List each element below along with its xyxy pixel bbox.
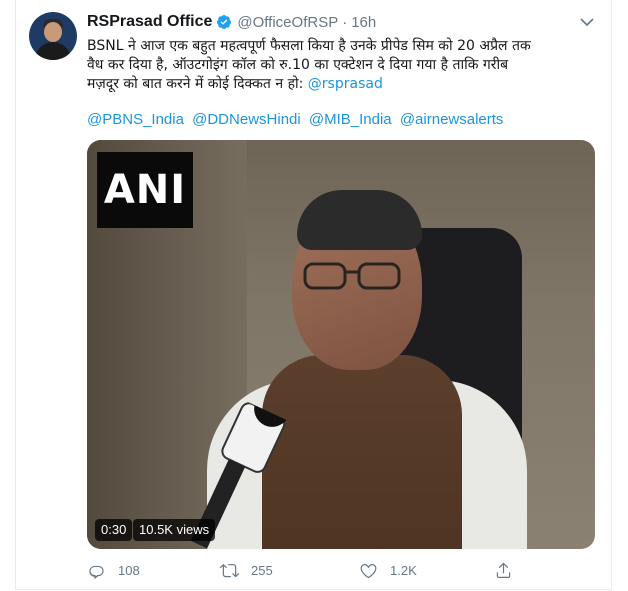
like-button[interactable]: 1.2K <box>359 558 417 582</box>
share-icon <box>496 562 511 578</box>
chevron-down-icon[interactable] <box>580 17 594 27</box>
video-frame-hair <box>297 190 422 250</box>
ani-logo: ANI <box>97 152 193 228</box>
verified-badge-icon <box>217 15 232 29</box>
video-player[interactable]: ANI 0:30 10.5K views <box>87 140 595 549</box>
tweet-text-line: वैध कर दिया है, ऑउटगोइंग कॉल को रु.10 का… <box>87 57 509 73</box>
video-views-badge: 10.5K views <box>133 519 216 541</box>
tweet-header: RSPrasad Office @OfficeOfRSP · 16h <box>87 11 376 33</box>
mention-link[interactable]: @rsprasad <box>308 76 383 92</box>
reply-icon <box>89 565 104 579</box>
timestamp[interactable]: 16h <box>351 14 376 31</box>
mention-link[interactable]: @airnewsalerts <box>400 111 504 128</box>
retweet-count: 255 <box>251 562 273 578</box>
avatar[interactable] <box>29 12 77 60</box>
tweet-text-line: BSNL ने आज एक बहुत महत्वपूर्ण फैसला किया… <box>87 38 531 54</box>
retweet-button[interactable]: 255 <box>220 558 273 582</box>
like-count: 1.2K <box>390 562 417 578</box>
heart-icon <box>360 563 377 578</box>
mention-link[interactable]: @MIB_India <box>309 111 392 128</box>
video-frame-glasses <box>303 262 401 290</box>
share-button[interactable] <box>494 558 525 582</box>
tweet-actions: 108 255 1.2K <box>87 558 527 582</box>
mention-link[interactable]: @DDNewsHindi <box>192 111 301 128</box>
retweet-icon <box>220 563 239 577</box>
tweet-text: BSNL ने आज एक बहुत महत्वपूर्ण फैसला किया… <box>87 37 587 94</box>
video-frame-vest <box>262 355 462 549</box>
video-duration-badge: 0:30 <box>95 519 133 541</box>
reply-button[interactable]: 108 <box>87 558 140 582</box>
tweet-text-segment: मज़दूर को बात करने में कोई दिक्कत न हो: <box>87 76 304 92</box>
separator-dot: · <box>342 13 348 31</box>
display-name[interactable]: RSPrasad Office <box>87 13 212 31</box>
tweet-text-line: मज़दूर को बात करने में कोई दिक्कत न हो: … <box>87 75 587 94</box>
user-handle[interactable]: @OfficeOfRSP <box>237 14 338 31</box>
reply-count: 108 <box>118 562 140 578</box>
mention-link[interactable]: @PBNS_India <box>87 111 184 128</box>
mention-tags: @PBNS_India @DDNewsHindi @MIB_India @air… <box>87 111 507 128</box>
